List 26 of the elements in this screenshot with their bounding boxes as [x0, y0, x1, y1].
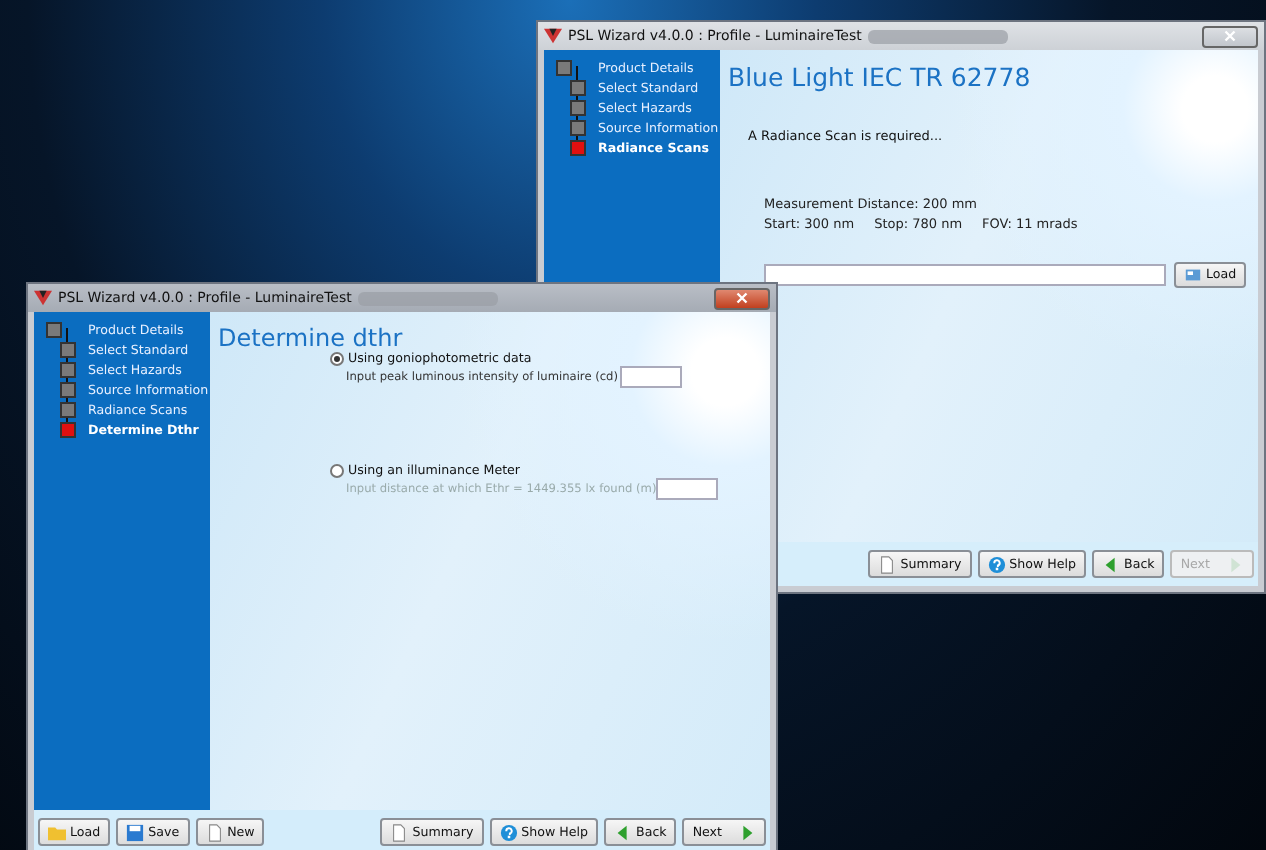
close-button[interactable] — [1202, 25, 1258, 47]
redacted-area — [357, 291, 498, 305]
left-arrow-icon — [1102, 555, 1121, 573]
app-logo-icon — [34, 290, 52, 306]
page-heading: Blue Light IEC TR 62778 — [728, 62, 1033, 92]
picture-frame-icon — [1184, 266, 1202, 284]
radio-button[interactable] — [330, 352, 344, 366]
save-icon — [126, 823, 145, 841]
radio-button[interactable] — [330, 464, 344, 478]
close-button[interactable] — [714, 287, 770, 309]
right-arrow-icon — [738, 823, 756, 841]
file-path-field[interactable] — [764, 264, 1166, 286]
page-heading: Determine dthr — [218, 324, 405, 352]
redacted-area — [867, 29, 1008, 43]
input-field[interactable] — [620, 366, 682, 388]
folder-icon — [48, 823, 66, 841]
app-logo-icon — [544, 28, 562, 44]
close-icon — [736, 292, 748, 304]
help-icon — [987, 555, 1006, 573]
help-icon — [499, 823, 518, 841]
close-icon — [1224, 30, 1236, 42]
left-arrow-icon — [614, 823, 633, 841]
right-arrow-icon — [1226, 555, 1244, 573]
page-icon — [390, 823, 409, 841]
page-icon — [205, 823, 224, 841]
page-icon — [878, 555, 897, 573]
